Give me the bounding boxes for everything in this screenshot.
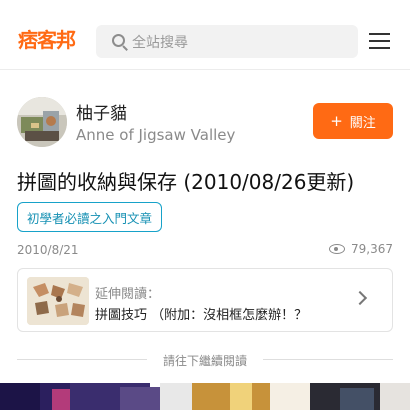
view-count-value: 79,367 xyxy=(351,242,393,256)
hamburger-menu-icon[interactable] xyxy=(369,33,391,49)
divider-right xyxy=(263,359,393,360)
logo-text: 痞客邦 xyxy=(18,27,76,52)
related-label: 延伸閱讀： xyxy=(95,287,161,302)
follow-label: 關注 xyxy=(349,115,376,131)
article-title: 拼圖的收納與保存 (2010/08/26更新) xyxy=(17,170,355,194)
view-count: 79,367 xyxy=(329,242,393,256)
related-article-card[interactable]: 延伸閱讀： 拼圖技巧 （附加：沒相框怎麼辦！？ xyxy=(17,268,393,332)
plus-icon: + xyxy=(330,112,343,130)
pixnet-logo[interactable]: 痞客邦 xyxy=(18,25,76,52)
related-title[interactable]: 拼圖技巧 （附加：沒相框怎麼辦！？ xyxy=(95,304,307,323)
author-avatar[interactable] xyxy=(17,97,67,147)
search-bar[interactable]: 全站搜尋 xyxy=(96,25,358,58)
article-image xyxy=(0,383,410,410)
search-placeholder: 全站搜尋 xyxy=(132,34,188,51)
continue-reading-text: 請往下繼續閱讀 xyxy=(162,354,247,368)
author-name[interactable]: 柚子貓 xyxy=(76,99,127,124)
chevron-right-icon xyxy=(352,290,368,306)
article-tag[interactable]: 初學者必讀之入門文章 xyxy=(17,202,163,232)
follow-button[interactable]: + 關注 xyxy=(313,103,393,139)
top-header: 痞客邦 全站搜尋 xyxy=(0,0,410,70)
search-icon xyxy=(112,33,128,51)
article-date: 2010/8/21 xyxy=(17,243,79,257)
related-thumbnail xyxy=(27,277,89,325)
eye-icon xyxy=(329,244,345,254)
author-subtitle: Anne of Jigsaw Valley xyxy=(76,126,236,144)
